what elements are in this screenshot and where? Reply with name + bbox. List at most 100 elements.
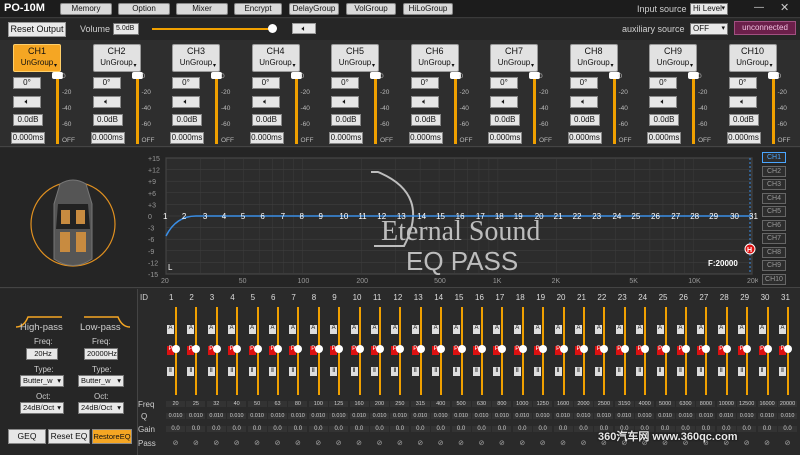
volume-slider-knob[interactable] — [268, 24, 277, 33]
band-freq[interactable]: 20000 — [778, 401, 797, 407]
band-q[interactable]: 0.010 — [431, 413, 451, 419]
phase-button[interactable]: 0° — [728, 77, 757, 89]
menu-encrypt[interactable]: Encrypt — [234, 3, 282, 15]
channel-gain[interactable]: 0.0dB — [251, 114, 282, 126]
band-pass-toggle[interactable]: ⊘ — [533, 439, 552, 447]
mute-button[interactable]: 🔈︎ — [410, 96, 439, 108]
band-a-button[interactable]: A — [697, 325, 705, 334]
band-a-button[interactable]: A — [473, 325, 480, 334]
channel-volume-track[interactable] — [692, 76, 695, 144]
band-pass-toggle[interactable]: ⊘ — [452, 439, 471, 447]
band-a-button[interactable]: A — [452, 325, 460, 334]
graph-channel-toggle[interactable]: CH8 — [762, 246, 786, 258]
band-link-icon[interactable]: Ⅱ — [493, 367, 501, 376]
band-link-icon[interactable]: Ⅱ — [717, 367, 725, 376]
band-link-icon[interactable]: Ⅱ — [289, 367, 297, 376]
band-gain-knob[interactable] — [294, 345, 303, 353]
phase-button[interactable]: 0° — [490, 77, 518, 89]
menu-hilogroup[interactable]: HiLoGroup — [403, 3, 453, 15]
phase-button[interactable]: 0° — [251, 77, 280, 89]
band-a-button[interactable]: A — [636, 325, 644, 334]
band-link-icon[interactable]: Ⅱ — [371, 367, 378, 376]
band-gain-knob[interactable] — [253, 345, 262, 353]
mute-button[interactable]: 🔈︎ — [569, 96, 598, 108]
band-pass-toggle[interactable]: ⊘ — [186, 439, 205, 447]
highpass-oct-select[interactable]: 24dB/Oct ▾ — [20, 402, 64, 414]
channel-volume-track[interactable] — [453, 76, 457, 144]
channel-select-button[interactable]: CH10 UnGroup ▾ — [728, 44, 777, 72]
band-freq[interactable]: 125 — [329, 401, 349, 407]
band-pass-toggle[interactable]: ⊘ — [737, 439, 756, 447]
channel-delay[interactable]: 0.000ms — [567, 132, 602, 144]
menu-volgroup[interactable]: VolGroup — [346, 3, 396, 15]
highpass-freq-input[interactable]: 20Hz — [26, 348, 58, 360]
band-q[interactable]: 0.010 — [288, 413, 308, 419]
band-a-button[interactable]: A — [758, 325, 766, 334]
channel-select-button[interactable]: CH9 UnGroup ▾ — [649, 44, 697, 72]
phase-button[interactable]: 0° — [92, 77, 121, 89]
band-link-icon[interactable]: Ⅱ — [595, 367, 603, 376]
band-a-button[interactable]: A — [371, 325, 378, 334]
volume-mute-button[interactable]: 🔈︎ — [292, 23, 316, 34]
band-a-button[interactable]: A — [513, 325, 521, 334]
band-q[interactable]: 0.010 — [329, 413, 349, 419]
band-freq[interactable]: 5000 — [655, 401, 675, 407]
channel-volume-track[interactable] — [294, 76, 298, 144]
band-q[interactable]: 0.010 — [472, 413, 491, 419]
band-gain[interactable]: 0.0 — [349, 426, 369, 432]
mute-button[interactable]: 🔈︎ — [13, 96, 41, 108]
band-pass-toggle[interactable]: ⊘ — [411, 439, 430, 447]
minimize-icon[interactable]: — — [754, 2, 764, 13]
band-q[interactable]: 0.010 — [757, 413, 777, 419]
band-gain[interactable]: 0.0 — [574, 426, 593, 432]
band-freq[interactable]: 3150 — [614, 401, 634, 407]
band-pass-toggle[interactable]: ⊘ — [329, 439, 348, 447]
band-gain[interactable]: 0.0 — [757, 426, 777, 432]
band-a-button[interactable]: A — [493, 325, 501, 334]
channel-gain[interactable]: 0.0dB — [490, 114, 520, 126]
band-link-icon[interactable]: Ⅱ — [411, 367, 419, 376]
band-a-button[interactable]: A — [167, 325, 174, 334]
band-gain[interactable]: 0.0 — [512, 426, 532, 432]
band-pass-toggle[interactable]: ⊘ — [492, 439, 511, 447]
graph-channel-toggle[interactable]: CH9 — [762, 260, 786, 271]
channel-select-button[interactable]: CH7 UnGroup ▾ — [490, 44, 538, 72]
graph-channel-toggle[interactable]: CH4 — [762, 192, 786, 204]
band-a-button[interactable]: A — [269, 325, 276, 334]
channel-delay[interactable]: 0.000ms — [329, 132, 363, 144]
band-pass-toggle[interactable]: ⊘ — [390, 439, 409, 447]
band-gain[interactable]: 0.0 — [431, 426, 451, 432]
band-link-icon[interactable]: Ⅱ — [779, 367, 786, 376]
graph-channel-toggle[interactable]: CH6 — [762, 219, 786, 231]
band-gain-knob[interactable] — [192, 345, 201, 353]
band-pass-toggle[interactable]: ⊘ — [370, 439, 389, 447]
channel-select-button[interactable]: CH1 UnGroup ▾ — [13, 44, 61, 72]
band-a-button[interactable]: A — [330, 325, 338, 334]
band-pass-toggle[interactable]: ⊘ — [350, 439, 369, 447]
band-q[interactable]: 0.010 — [594, 413, 614, 419]
band-link-icon[interactable]: Ⅱ — [636, 367, 644, 376]
band-freq[interactable]: 400 — [431, 401, 451, 407]
band-freq[interactable]: 160 — [349, 401, 369, 407]
band-pass-toggle[interactable]: ⊘ — [207, 439, 226, 447]
band-freq[interactable]: 32 — [206, 401, 226, 407]
band-gain-knob[interactable] — [172, 345, 180, 353]
band-gain[interactable]: 0.0 — [553, 426, 573, 432]
band-gain-knob[interactable] — [661, 345, 670, 353]
band-a-button[interactable]: A — [575, 325, 582, 334]
channel-volume-track[interactable] — [771, 76, 775, 144]
band-q[interactable]: 0.010 — [390, 413, 410, 419]
band-a-button[interactable]: A — [207, 325, 215, 334]
band-gain-knob[interactable] — [396, 345, 405, 353]
band-pass-toggle[interactable]: ⊘ — [472, 439, 491, 447]
band-a-button[interactable]: A — [738, 325, 746, 334]
channel-select-button[interactable]: CH8 UnGroup ▾ — [569, 44, 618, 72]
band-freq[interactable]: 6300 — [676, 401, 695, 407]
band-a-button[interactable]: A — [289, 325, 297, 334]
band-q[interactable]: 0.010 — [349, 413, 369, 419]
channel-delay[interactable]: 0.000ms — [726, 132, 761, 144]
band-gain-knob[interactable] — [620, 345, 629, 353]
band-gain-knob[interactable] — [600, 345, 609, 353]
channel-gain[interactable]: 0.0dB — [569, 114, 600, 126]
band-q[interactable]: 0.010 — [451, 413, 471, 419]
